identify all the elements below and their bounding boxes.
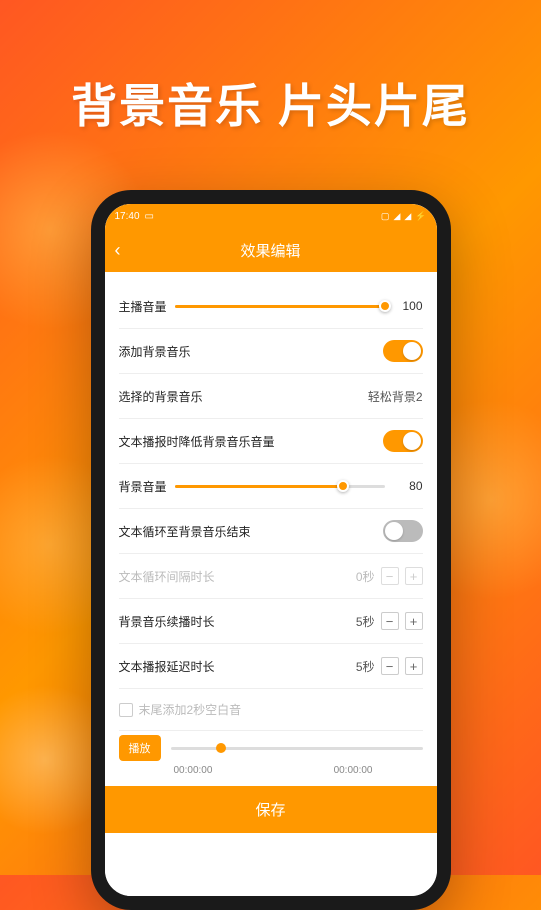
loop-interval-label: 文本循环间隔时长 xyxy=(119,568,215,585)
lower-bgm-label: 文本播报时降低背景音乐音量 xyxy=(119,433,275,450)
screen: 17:40 ▭ ▢◢◢⚡ ‹ 效果编辑 主播音量 100 添加背景音乐 xyxy=(105,204,437,896)
bg-volume-value: 80 xyxy=(393,479,423,493)
add-blank-label: 末尾添加2秒空白音 xyxy=(139,701,242,718)
stepper-value: 5秒 xyxy=(356,658,375,675)
slider-thumb[interactable] xyxy=(337,480,349,492)
bg-extend-stepper: 5秒 − + xyxy=(356,612,423,630)
select-bgm-row[interactable]: 选择的背景音乐 轻松背景2 xyxy=(119,376,423,416)
time-end: 00:00:00 xyxy=(334,765,373,776)
lower-bgm-row: 文本播报时降低背景音乐音量 xyxy=(119,421,423,461)
divider xyxy=(119,643,423,644)
play-bar: 播放 xyxy=(119,735,423,761)
status-time: 17:40 xyxy=(115,211,140,222)
text-delay-row: 文本播报延迟时长 5秒 − + xyxy=(119,646,423,686)
divider xyxy=(119,598,423,599)
text-delay-stepper: 5秒 − + xyxy=(356,657,423,675)
status-indicators: ▢◢◢⚡ xyxy=(381,211,427,222)
play-button[interactable]: 播放 xyxy=(119,735,161,761)
divider xyxy=(119,730,423,731)
loop-toggle[interactable] xyxy=(383,520,423,542)
title-bar: ‹ 效果编辑 xyxy=(105,228,437,272)
bg-extend-label: 背景音乐续播时长 xyxy=(119,613,215,630)
divider xyxy=(119,688,423,689)
main-volume-row: 主播音量 100 xyxy=(119,286,423,326)
plus-button[interactable]: + xyxy=(405,612,423,630)
plus-button[interactable]: + xyxy=(405,567,423,585)
toggle-knob xyxy=(403,342,421,360)
bg-extend-row: 背景音乐续播时长 5秒 − + xyxy=(119,601,423,641)
divider xyxy=(119,418,423,419)
add-blank-row: 末尾添加2秒空白音 xyxy=(119,691,423,728)
main-volume-label: 主播音量 xyxy=(119,298,167,315)
time-row: 00:00:00 00:00:00 xyxy=(119,761,423,786)
main-volume-slider[interactable] xyxy=(175,305,385,308)
add-blank-checkbox[interactable] xyxy=(119,703,133,717)
page-title: 效果编辑 xyxy=(105,240,437,261)
divider xyxy=(119,553,423,554)
divider xyxy=(119,463,423,464)
time-start: 00:00:00 xyxy=(174,765,213,776)
loop-label: 文本循环至背景音乐结束 xyxy=(119,523,251,540)
loop-row: 文本循环至背景音乐结束 xyxy=(119,511,423,551)
slider-fill xyxy=(175,485,343,488)
toggle-knob xyxy=(385,522,403,540)
minus-button[interactable]: − xyxy=(381,657,399,675)
slider-fill xyxy=(175,305,385,308)
select-bgm-value: 轻松背景2 xyxy=(368,388,423,405)
divider xyxy=(119,328,423,329)
add-bgm-label: 添加背景音乐 xyxy=(119,343,191,360)
lower-bgm-toggle[interactable] xyxy=(383,430,423,452)
divider xyxy=(119,373,423,374)
status-bar: 17:40 ▭ ▢◢◢⚡ xyxy=(105,204,437,228)
phone-frame: 17:40 ▭ ▢◢◢⚡ ‹ 效果编辑 主播音量 100 添加背景音乐 xyxy=(91,190,451,910)
minus-button[interactable]: − xyxy=(381,567,399,585)
toggle-knob xyxy=(403,432,421,450)
play-thumb[interactable] xyxy=(216,743,226,753)
save-button[interactable]: 保存 xyxy=(105,786,437,833)
bg-volume-slider[interactable] xyxy=(175,485,385,488)
bg-volume-row: 背景音量 80 xyxy=(119,466,423,506)
plus-button[interactable]: + xyxy=(405,657,423,675)
minus-button[interactable]: − xyxy=(381,612,399,630)
main-volume-value: 100 xyxy=(393,299,423,313)
loop-interval-row: 文本循环间隔时长 0秒 − + xyxy=(119,556,423,596)
slider-thumb[interactable] xyxy=(379,300,391,312)
text-delay-label: 文本播报延迟时长 xyxy=(119,658,215,675)
add-bgm-toggle[interactable] xyxy=(383,340,423,362)
add-bgm-row: 添加背景音乐 xyxy=(119,331,423,371)
play-progress[interactable] xyxy=(171,747,423,750)
banner-text: 背景音乐 片头片尾 xyxy=(0,70,541,136)
loop-interval-stepper: 0秒 − + xyxy=(356,567,423,585)
stepper-value: 0秒 xyxy=(356,568,375,585)
status-icon: ▭ xyxy=(145,211,154,222)
bg-volume-label: 背景音量 xyxy=(119,478,167,495)
stepper-value: 5秒 xyxy=(356,613,375,630)
content-area: 主播音量 100 添加背景音乐 选择的背景音乐 轻松背景2 文本播报时降低背景音… xyxy=(105,272,437,896)
divider xyxy=(119,508,423,509)
select-bgm-label: 选择的背景音乐 xyxy=(119,388,203,405)
